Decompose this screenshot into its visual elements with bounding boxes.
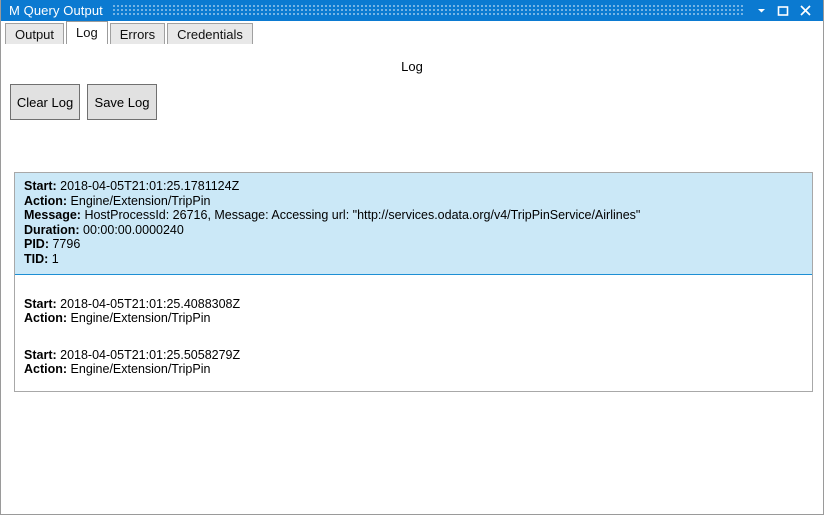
log-field-label: Action: <box>24 193 68 208</box>
m-query-output-window: M Query Output Output Log Errors Credent… <box>0 0 824 515</box>
title-bar[interactable]: M Query Output <box>1 0 823 21</box>
log-line: Start: 2018-04-05T21:01:25.1781124Z <box>24 179 804 194</box>
tab-log[interactable]: Log <box>66 21 108 44</box>
log-line: Action: Engine/Extension/TripPin <box>24 362 804 377</box>
log-field-label: Message: <box>24 208 81 223</box>
log-entry-gap <box>15 275 812 289</box>
drag-handle-dots <box>112 5 744 16</box>
log-field-label: Duration: <box>24 222 80 237</box>
log-entry[interactable]: Start: 2018-04-05T21:01:25.5058279Z Actio… <box>15 340 812 377</box>
tab-output[interactable]: Output <box>5 23 65 44</box>
log-entry-gap <box>15 326 812 340</box>
log-field-label: Start: <box>24 347 57 362</box>
log-field-value: 1 <box>48 251 59 266</box>
page-title: Log <box>401 59 423 74</box>
caption-button-group <box>750 0 823 21</box>
log-field-label: PID: <box>24 237 49 252</box>
log-entry[interactable]: Start: 2018-04-05T21:01:25.4088308Z Actio… <box>15 289 812 326</box>
log-list-panel[interactable]: Start: 2018-04-05T21:01:25.1781124Z Actio… <box>14 172 813 392</box>
log-field-label: Action: <box>24 362 68 377</box>
tab-errors[interactable]: Errors <box>109 23 166 44</box>
log-line: Start: 2018-04-05T21:01:25.5058279Z <box>24 348 804 363</box>
log-line: TID: 1 <box>24 252 804 267</box>
log-line: Message: HostProcessId: 26716, Message: … <box>24 208 804 223</box>
log-line: Start: 2018-04-05T21:01:25.4088308Z <box>24 297 804 312</box>
log-field-value: Engine/Extension/TripPin <box>67 362 211 377</box>
save-log-button[interactable]: Save Log <box>87 84 157 120</box>
tab-credentials[interactable]: Credentials <box>167 23 253 44</box>
log-tab-page: Log Clear Log Save Log Start: 2018-04-05… <box>1 44 823 514</box>
window-title: M Query Output <box>9 3 103 18</box>
log-entry-container: Start: 2018-04-05T21:01:25.1781124Z Actio… <box>15 173 812 377</box>
log-field-label: TID: <box>24 251 49 266</box>
maximize-icon[interactable] <box>772 0 794 21</box>
log-entry-selected[interactable]: Start: 2018-04-05T21:01:25.1781124Z Actio… <box>15 173 812 275</box>
log-line: Action: Engine/Extension/TripPin <box>24 311 804 326</box>
log-field-value: 2018-04-05T21:01:25.5058279Z <box>56 347 241 362</box>
clear-log-button[interactable]: Clear Log <box>10 84 80 120</box>
log-line: Duration: 00:00:00.0000240 <box>24 223 804 238</box>
log-field-label: Start: <box>24 296 57 311</box>
log-line: Action: Engine/Extension/TripPin <box>24 194 804 209</box>
minimize-icon[interactable] <box>750 0 772 21</box>
log-line: PID: 7796 <box>24 237 804 252</box>
log-field-value: Engine/Extension/TripPin <box>67 311 211 326</box>
tab-strip: Output Log Errors Credentials <box>1 21 823 44</box>
close-icon[interactable] <box>794 0 816 21</box>
log-field-value: 2018-04-05T21:01:25.4088308Z <box>56 296 241 311</box>
log-field-value: Engine/Extension/TripPin <box>67 193 211 208</box>
log-field-label: Start: <box>24 179 57 193</box>
log-field-value: 2018-04-05T21:01:25.1781124Z <box>56 179 240 193</box>
log-action-buttons: Clear Log Save Log <box>10 84 157 120</box>
log-field-label: Action: <box>24 311 68 326</box>
log-field-value: 7796 <box>49 237 81 252</box>
log-field-value: HostProcessId: 26716, Message: Accessing… <box>80 208 641 223</box>
log-field-value: 00:00:00.0000240 <box>79 222 184 237</box>
